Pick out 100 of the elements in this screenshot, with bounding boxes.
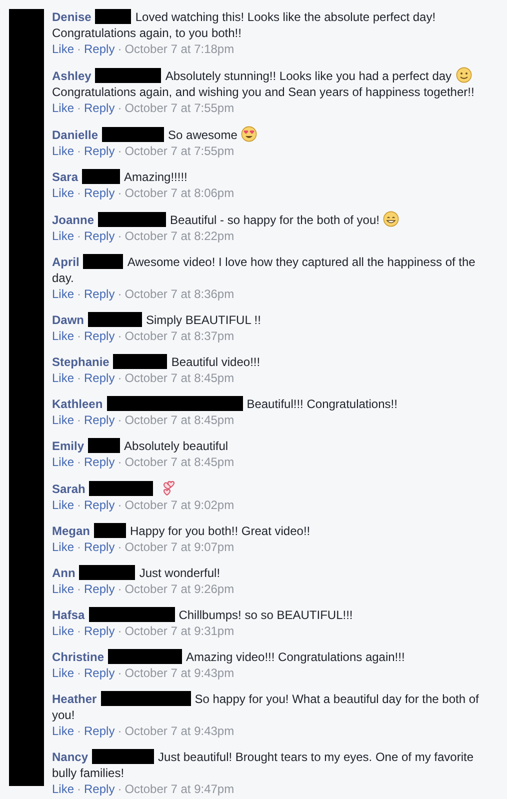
comment-timestamp: October 7 at 7:55pm: [124, 143, 234, 159]
reply-link[interactable]: Reply: [84, 370, 115, 386]
smiley-icon: [383, 211, 400, 227]
comment-timestamp: October 7 at 8:06pm: [124, 185, 234, 201]
reply-link[interactable]: Reply: [84, 412, 115, 428]
smiley-icon: [241, 126, 258, 142]
comment-timestamp: October 7 at 9:43pm: [124, 665, 234, 681]
reply-link[interactable]: Reply: [84, 100, 115, 116]
reply-link[interactable]: Reply: [84, 228, 115, 244]
reply-link[interactable]: Reply: [84, 286, 115, 302]
separator-dot: ·: [118, 781, 122, 797]
commenter-name[interactable]: Denise: [52, 10, 92, 24]
like-link[interactable]: Like: [52, 328, 74, 344]
commenter-name[interactable]: Joanne: [52, 213, 94, 227]
like-link[interactable]: Like: [52, 781, 74, 797]
comment-text: Simply BEAUTIFUL !!: [146, 313, 261, 327]
reply-link[interactable]: Reply: [84, 143, 115, 159]
comment-timestamp: October 7 at 8:37pm: [124, 328, 234, 344]
like-link[interactable]: Like: [52, 539, 74, 555]
comment-timestamp: October 7 at 9:31pm: [124, 623, 234, 639]
like-link[interactable]: Like: [52, 370, 74, 386]
separator-dot: ·: [118, 454, 122, 470]
redaction-box: [83, 254, 124, 269]
like-link[interactable]: Like: [52, 185, 74, 201]
commenter-name[interactable]: Sarah: [52, 482, 86, 496]
commenter-name[interactable]: Megan: [52, 524, 90, 538]
commenter-name[interactable]: Emily: [52, 439, 84, 453]
like-link[interactable]: Like: [52, 41, 74, 57]
reply-link[interactable]: Reply: [84, 539, 115, 555]
comment-text: Chillbumps! so so BEAUTIFUL!!!: [178, 608, 353, 622]
redaction-box: [98, 212, 166, 227]
hearts-icon: [161, 480, 178, 496]
separator-dot: ·: [77, 539, 82, 555]
like-link[interactable]: Like: [52, 286, 74, 302]
commenter-name[interactable]: Ashley: [52, 69, 92, 83]
like-link[interactable]: Like: [52, 623, 74, 639]
comment-timestamp: October 7 at 7:18pm: [124, 41, 234, 57]
like-link[interactable]: Like: [52, 143, 74, 159]
commenter-name[interactable]: Danielle: [52, 128, 98, 142]
comment-text: Loved watching this! Looks like the absolute perfect day!: [135, 10, 436, 24]
separator-dot: ·: [118, 143, 122, 159]
redaction-box: [102, 127, 164, 142]
comment-timestamp: October 7 at 8:45pm: [124, 454, 234, 470]
separator-dot: ·: [118, 328, 122, 344]
comment-timestamp: October 7 at 9:47pm: [124, 781, 234, 797]
like-link[interactable]: Like: [52, 454, 74, 470]
like-link[interactable]: Like: [52, 723, 74, 739]
commenter-name[interactable]: April: [52, 255, 80, 269]
comment-text: Absolutely stunning!! Looks like you had a perfect day: [165, 69, 452, 83]
separator-dot: ·: [118, 41, 122, 57]
smiley-icon: [456, 67, 472, 83]
commenter-name[interactable]: Hafsa: [52, 608, 85, 622]
reply-link[interactable]: Reply: [84, 623, 115, 639]
commenter-name[interactable]: Heather: [52, 692, 97, 706]
separator-dot: ·: [118, 539, 122, 555]
separator-dot: ·: [77, 100, 82, 116]
comment-timestamp: October 7 at 8:45pm: [124, 412, 234, 428]
separator-dot: ·: [118, 100, 122, 116]
commenter-name[interactable]: Kathleen: [52, 397, 103, 411]
commenter-name[interactable]: Dawn: [52, 313, 84, 327]
reply-link[interactable]: Reply: [84, 581, 115, 597]
like-link[interactable]: Like: [52, 228, 74, 244]
reply-link[interactable]: Reply: [84, 328, 115, 344]
reply-link[interactable]: Reply: [84, 665, 115, 681]
comment-text: Beautiful!!! Congratulations!!: [246, 397, 398, 411]
like-link[interactable]: Like: [52, 665, 74, 681]
reply-link[interactable]: Reply: [84, 497, 115, 513]
commenter-name[interactable]: Nancy: [52, 750, 88, 764]
comment-text: day.: [52, 270, 74, 286]
comment-timestamp: October 7 at 9:07pm: [124, 539, 234, 555]
commenter-name[interactable]: Stephanie: [52, 355, 110, 369]
like-link[interactable]: Like: [52, 412, 74, 428]
commenter-name[interactable]: Christine: [52, 650, 104, 664]
reply-link[interactable]: Reply: [84, 454, 115, 470]
commenter-name[interactable]: Ann: [52, 566, 76, 580]
separator-dot: ·: [118, 665, 122, 681]
comment-text: Amazing!!!!!: [124, 170, 188, 184]
comment-timestamp: October 7 at 8:45pm: [124, 370, 234, 386]
reply-link[interactable]: Reply: [84, 41, 115, 57]
separator-dot: ·: [77, 412, 82, 428]
like-link[interactable]: Like: [52, 497, 74, 513]
like-link[interactable]: Like: [52, 100, 74, 116]
separator-dot: ·: [77, 370, 82, 386]
separator-dot: ·: [118, 185, 122, 201]
redaction-box: [95, 9, 132, 24]
reply-link[interactable]: Reply: [84, 723, 115, 739]
comment-timestamp: October 7 at 8:22pm: [124, 228, 234, 244]
separator-dot: ·: [77, 143, 82, 159]
comment-text: So awesome: [168, 128, 238, 142]
comment-text: So happy for you! What a beautiful day for the both of: [194, 692, 479, 706]
reply-link[interactable]: Reply: [84, 781, 115, 797]
separator-dot: ·: [118, 228, 122, 244]
separator-dot: ·: [77, 781, 82, 797]
commenter-name[interactable]: Sara: [52, 170, 78, 184]
like-link[interactable]: Like: [52, 581, 74, 597]
separator-dot: ·: [77, 185, 82, 201]
comment-timestamp: October 7 at 8:36pm: [124, 286, 234, 302]
comment-text: Congratulations again, and wishing you and Sean years of happiness together!!: [52, 84, 474, 100]
separator-dot: ·: [77, 286, 82, 302]
reply-link[interactable]: Reply: [84, 185, 115, 201]
